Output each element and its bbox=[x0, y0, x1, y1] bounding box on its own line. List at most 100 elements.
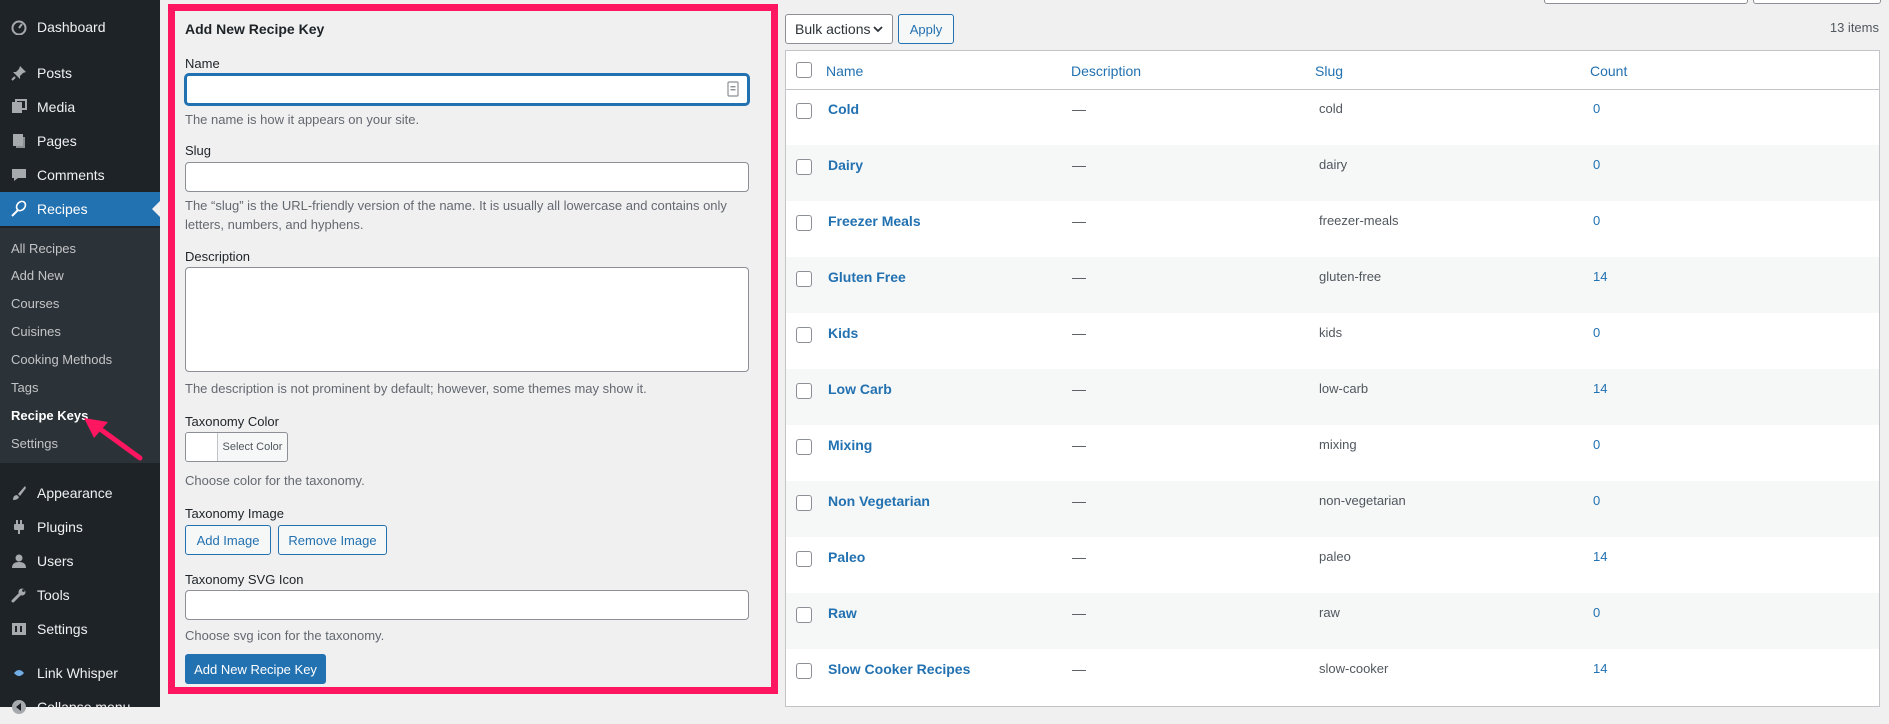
submenu-item-add-new[interactable]: Add New bbox=[11, 268, 64, 283]
slug-input[interactable] bbox=[185, 162, 749, 192]
taxonomy-image-label: Taxonomy Image bbox=[185, 506, 284, 521]
brush-icon bbox=[9, 483, 29, 503]
add-recipe-key-form: Add New Recipe Key Name The name is how … bbox=[168, 4, 778, 694]
svg-icon-input[interactable] bbox=[185, 590, 749, 620]
submenu-item-cooking-methods[interactable]: Cooking Methods bbox=[11, 352, 112, 367]
table-row: Cold — cold 0 bbox=[786, 89, 1879, 145]
items-count: 13 items bbox=[1829, 20, 1879, 35]
annotation-arrow-icon bbox=[84, 418, 143, 461]
collapse-icon bbox=[9, 697, 29, 717]
sidebar-item-users[interactable]: Users bbox=[0, 544, 160, 578]
sidebar-item-posts[interactable]: Posts bbox=[0, 56, 160, 90]
row-count-link[interactable]: 0 bbox=[1593, 101, 1600, 116]
row-checkbox[interactable] bbox=[796, 103, 812, 119]
row-name-link[interactable]: Kids bbox=[828, 325, 858, 341]
admin-sidebar: Dashboard Posts Media Pages Comments Recipes A… bbox=[0, 0, 160, 715]
table-row: Dairy — dairy 0 bbox=[786, 145, 1879, 201]
submenu-item-courses[interactable]: Courses bbox=[11, 296, 59, 311]
row-name-link[interactable]: Non Vegetarian bbox=[828, 493, 930, 509]
table-row: Mixing — mixing 0 bbox=[786, 425, 1879, 481]
row-name-link[interactable]: Raw bbox=[828, 605, 857, 621]
sidebar-item-label: Link Whisper bbox=[37, 665, 118, 681]
sidebar-item-appearance[interactable]: Appearance bbox=[0, 476, 160, 510]
row-count-link[interactable]: 14 bbox=[1593, 269, 1607, 284]
row-count-link[interactable]: 0 bbox=[1593, 325, 1600, 340]
table-row: Paleo — paleo 14 bbox=[786, 537, 1879, 593]
remove-image-button[interactable]: Remove Image bbox=[278, 525, 387, 555]
row-checkbox[interactable] bbox=[796, 551, 812, 567]
submenu-item-all-recipes[interactable]: All Recipes bbox=[11, 241, 76, 256]
row-name-link[interactable]: Freezer Meals bbox=[828, 213, 921, 229]
submenu-item-cuisines[interactable]: Cuisines bbox=[11, 324, 61, 339]
row-name-link[interactable]: Mixing bbox=[828, 437, 872, 453]
add-image-button[interactable]: Add Image bbox=[185, 525, 271, 555]
row-count-link[interactable]: 0 bbox=[1593, 213, 1600, 228]
comment-icon bbox=[9, 165, 29, 185]
row-checkbox[interactable] bbox=[796, 215, 812, 231]
table-row: Raw — raw 0 bbox=[786, 593, 1879, 649]
row-description: — bbox=[1072, 269, 1086, 285]
sidebar-item-pages[interactable]: Pages bbox=[0, 124, 160, 158]
row-description: — bbox=[1072, 325, 1086, 341]
pushpin-icon bbox=[9, 63, 29, 83]
row-count-link[interactable]: 14 bbox=[1593, 549, 1607, 564]
sidebar-item-label: Collapse menu bbox=[37, 699, 131, 715]
row-count-link[interactable]: 14 bbox=[1593, 661, 1607, 676]
sidebar-item-plugins[interactable]: Plugins bbox=[0, 510, 160, 544]
row-name-link[interactable]: Gluten Free bbox=[828, 269, 906, 285]
select-all-checkbox[interactable] bbox=[796, 62, 812, 78]
row-count-link[interactable]: 0 bbox=[1593, 157, 1600, 172]
password-manager-icon[interactable] bbox=[726, 81, 740, 100]
submenu-item-settings[interactable]: Settings bbox=[11, 436, 58, 451]
slug-label: Slug bbox=[185, 143, 212, 158]
svg-help-text: Choose svg icon for the taxonomy. bbox=[185, 628, 385, 643]
apply-button[interactable]: Apply bbox=[898, 14, 954, 44]
row-name-link[interactable]: Slow Cooker Recipes bbox=[828, 661, 970, 677]
sidebar-item-recipes[interactable]: Recipes bbox=[0, 192, 160, 226]
sidebar-item-media[interactable]: Media bbox=[0, 90, 160, 124]
sidebar-item-link-whisper[interactable]: Link Whisper bbox=[0, 656, 160, 690]
row-slug: slow-cooker bbox=[1319, 661, 1389, 676]
row-name-link[interactable]: Cold bbox=[828, 101, 859, 117]
row-name-link[interactable]: Low Carb bbox=[828, 381, 892, 397]
row-checkbox[interactable] bbox=[796, 663, 812, 679]
submenu-item-tags[interactable]: Tags bbox=[11, 380, 38, 395]
bulk-actions-select[interactable]: Bulk actions bbox=[785, 14, 893, 44]
row-checkbox[interactable] bbox=[796, 159, 812, 175]
sidebar-item-settings[interactable]: Settings bbox=[0, 612, 160, 646]
column-slug[interactable]: Slug bbox=[1315, 63, 1343, 79]
sidebar-item-label: Pages bbox=[37, 133, 77, 149]
sidebar-item-tools[interactable]: Tools bbox=[0, 578, 160, 612]
add-new-recipe-key-button[interactable]: Add New Recipe Key bbox=[185, 654, 326, 684]
table-row: Non Vegetarian — non-vegetarian 0 bbox=[786, 481, 1879, 537]
name-input[interactable] bbox=[185, 74, 749, 105]
sidebar-item-label: Tools bbox=[37, 587, 70, 603]
row-checkbox[interactable] bbox=[796, 271, 812, 287]
submenu-item-recipe-keys[interactable]: Recipe Keys bbox=[11, 408, 88, 423]
column-count[interactable]: Count bbox=[1590, 63, 1627, 79]
sidebar-item-comments[interactable]: Comments bbox=[0, 158, 160, 192]
row-count-link[interactable]: 0 bbox=[1593, 493, 1600, 508]
sidebar-item-label: Media bbox=[37, 99, 76, 115]
description-textarea[interactable] bbox=[185, 267, 749, 372]
row-checkbox[interactable] bbox=[796, 495, 812, 511]
row-name-link[interactable]: Dairy bbox=[828, 157, 863, 173]
sidebar-item-collapse[interactable]: Collapse menu bbox=[0, 690, 160, 724]
row-checkbox[interactable] bbox=[796, 607, 812, 623]
table-header: Name Description Slug Count bbox=[786, 51, 1879, 90]
sidebar-item-dashboard[interactable]: Dashboard bbox=[0, 10, 160, 44]
row-checkbox[interactable] bbox=[796, 327, 812, 343]
row-count-link[interactable]: 0 bbox=[1593, 437, 1600, 452]
column-name[interactable]: Name bbox=[826, 63, 863, 79]
select-color-button[interactable]: Select Color bbox=[185, 432, 288, 462]
table-row: Freezer Meals — freezer-meals 0 bbox=[786, 201, 1879, 257]
row-name-link[interactable]: Paleo bbox=[828, 549, 865, 565]
table-row: Slow Cooker Recipes — slow-cooker 14 bbox=[786, 649, 1879, 705]
row-checkbox[interactable] bbox=[796, 383, 812, 399]
column-description[interactable]: Description bbox=[1071, 63, 1141, 79]
search-box-edge bbox=[1544, 0, 1748, 4]
row-count-link[interactable]: 14 bbox=[1593, 381, 1607, 396]
row-description: — bbox=[1072, 213, 1086, 229]
row-count-link[interactable]: 0 bbox=[1593, 605, 1600, 620]
row-checkbox[interactable] bbox=[796, 439, 812, 455]
